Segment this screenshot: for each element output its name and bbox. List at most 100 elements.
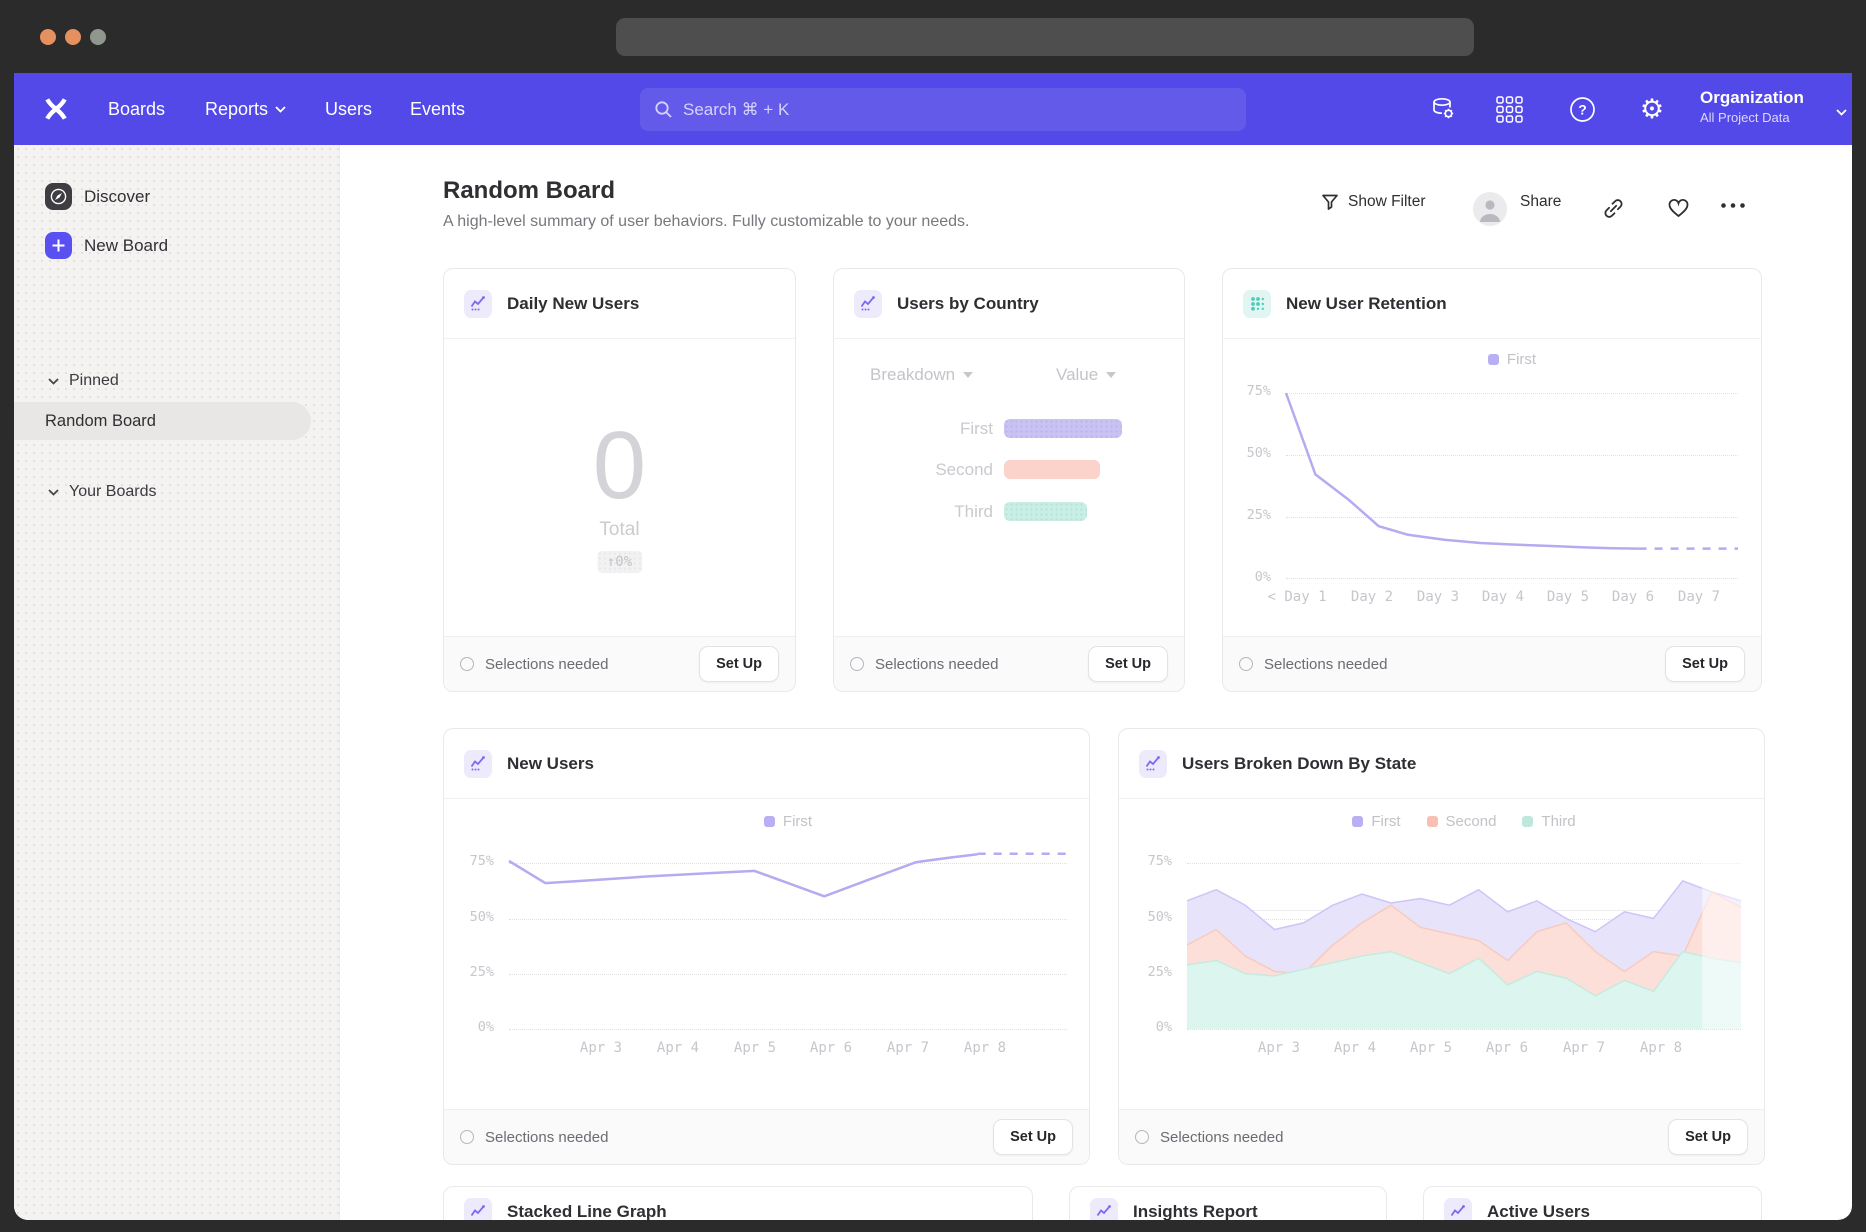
card-title: New Users [507, 754, 594, 774]
card-footer: Selections needed Set Up [1119, 1109, 1764, 1164]
card-header: New Users [444, 729, 1089, 799]
sidebar-item-label: Discover [84, 187, 150, 207]
gridline [1187, 1029, 1741, 1030]
sidebar-item-random-board[interactable]: Random Board [14, 402, 311, 440]
screen: Boards Reports Users Events Search ⌘ + K [0, 0, 1866, 1232]
gridline [509, 1029, 1067, 1030]
org-switcher[interactable]: Organization All Project Data [1700, 86, 1804, 126]
nav-item-events[interactable]: Events [410, 73, 465, 145]
card-title: Daily New Users [507, 294, 639, 314]
nav-item-users[interactable]: Users [325, 73, 372, 145]
set-up-button[interactable]: Set Up [993, 1119, 1073, 1155]
x-tick: Apr 4 [657, 1040, 699, 1056]
card-header: Users Broken Down By State [1119, 729, 1764, 799]
nav-item-reports[interactable]: Reports [205, 73, 286, 145]
card-title: Active Users [1487, 1202, 1590, 1220]
help-icon[interactable]: ? [1568, 95, 1596, 123]
window-zoom-button[interactable] [90, 29, 106, 45]
status-circle-icon [850, 657, 864, 671]
search-icon [654, 100, 673, 119]
search-input[interactable]: Search ⌘ + K [640, 88, 1246, 131]
org-name: Organization [1700, 86, 1804, 110]
x-tick: Day 6 [1612, 589, 1654, 605]
y-tick: 75% [1223, 383, 1271, 399]
org-scope: All Project Data [1700, 110, 1804, 126]
sidebar-item-label: New Board [84, 236, 168, 256]
x-tick: Apr 6 [810, 1040, 852, 1056]
legend-swatch [764, 816, 775, 827]
copy-link-icon[interactable] [1602, 197, 1625, 220]
status-circle-icon [460, 657, 474, 671]
chart-legend: First [509, 813, 1067, 830]
card-header: New User Retention [1223, 269, 1761, 339]
line-chart-icon [1139, 750, 1167, 778]
x-tick: Apr 7 [1563, 1040, 1605, 1056]
card-footer: Selections needed Set Up [444, 1109, 1089, 1164]
line-chart-icon [464, 1198, 492, 1220]
legend-item: Second [1427, 813, 1497, 830]
card-users-by-country: Users by Country Breakdown Value First S… [833, 268, 1185, 692]
bar-row-label: Third [873, 502, 993, 522]
app-window: Boards Reports Users Events Search ⌘ + K [14, 73, 1852, 1220]
settings-gear-icon[interactable]: ⚙ [1638, 95, 1666, 123]
more-options-icon[interactable] [1720, 202, 1746, 209]
x-tick: Apr 6 [1486, 1040, 1528, 1056]
bar-second [1004, 460, 1100, 479]
x-tick: Apr 7 [887, 1040, 929, 1056]
y-tick: 50% [1223, 445, 1271, 461]
chevron-down-icon [48, 489, 59, 496]
card-title: Insights Report [1133, 1202, 1258, 1220]
set-up-button[interactable]: Set Up [699, 646, 779, 682]
chevron-down-icon[interactable] [1836, 103, 1847, 121]
top-navbar: Boards Reports Users Events Search ⌘ + K [14, 73, 1852, 145]
window-minimize-button[interactable] [65, 29, 81, 45]
sidebar-item-discover[interactable]: Discover [45, 183, 150, 210]
mixpanel-logo-icon[interactable] [42, 95, 70, 123]
share-button[interactable]: Share [1520, 193, 1561, 211]
sidebar-section-your-boards[interactable]: Your Boards [48, 483, 156, 501]
x-tick: Apr 5 [734, 1040, 776, 1056]
sidebar-item-new-board[interactable]: New Board [45, 232, 168, 259]
x-tick: Apr 3 [1258, 1040, 1300, 1056]
x-tick: < Day 1 [1267, 589, 1326, 605]
status-text: Selections needed [485, 1129, 608, 1146]
legend-item: First [1352, 813, 1400, 830]
card-active-users: Active Users [1423, 1186, 1762, 1220]
browser-address-bar[interactable] [616, 18, 1474, 56]
card-header: Active Users [1424, 1187, 1761, 1220]
y-tick: 25% [444, 964, 494, 980]
favorite-heart-icon[interactable] [1667, 197, 1690, 218]
data-management-icon[interactable] [1429, 95, 1457, 123]
set-up-button[interactable]: Set Up [1665, 646, 1745, 682]
show-filter-button[interactable]: Show Filter [1321, 193, 1426, 211]
status-circle-icon [1239, 657, 1253, 671]
x-tick: Day 3 [1417, 589, 1459, 605]
dropdown-label: Value [1056, 365, 1098, 385]
y-tick: 75% [444, 853, 494, 869]
set-up-button[interactable]: Set Up [1668, 1119, 1748, 1155]
nav-item-label: Boards [108, 99, 165, 120]
chevron-down-icon [48, 378, 59, 385]
window-close-button[interactable] [40, 29, 56, 45]
metric-value: 0 [444, 411, 795, 521]
retention-line-chart [1286, 356, 1738, 578]
status-text: Selections needed [1160, 1129, 1283, 1146]
bar-third [1004, 502, 1087, 521]
x-tick: Apr 5 [1410, 1040, 1452, 1056]
x-tick: Apr 8 [964, 1040, 1006, 1056]
apps-grid-icon[interactable] [1495, 95, 1523, 123]
y-tick: 50% [444, 909, 494, 925]
breakdown-dropdown[interactable]: Breakdown [870, 365, 973, 385]
sidebar-section-pinned[interactable]: Pinned [48, 372, 119, 390]
avatar[interactable] [1473, 192, 1507, 226]
set-up-button[interactable]: Set Up [1088, 646, 1168, 682]
card-footer: Selections needed Set Up [444, 636, 795, 691]
value-dropdown[interactable]: Value [1056, 365, 1116, 385]
nav-item-boards[interactable]: Boards [108, 73, 165, 145]
page-subtitle: A high-level summary of user behaviors. … [443, 213, 969, 231]
legend-label: First [783, 813, 812, 830]
card-title: New User Retention [1286, 294, 1447, 314]
search-placeholder: Search ⌘ + K [683, 100, 789, 120]
database-gear-icon [1430, 96, 1456, 122]
status-text: Selections needed [1264, 656, 1387, 673]
